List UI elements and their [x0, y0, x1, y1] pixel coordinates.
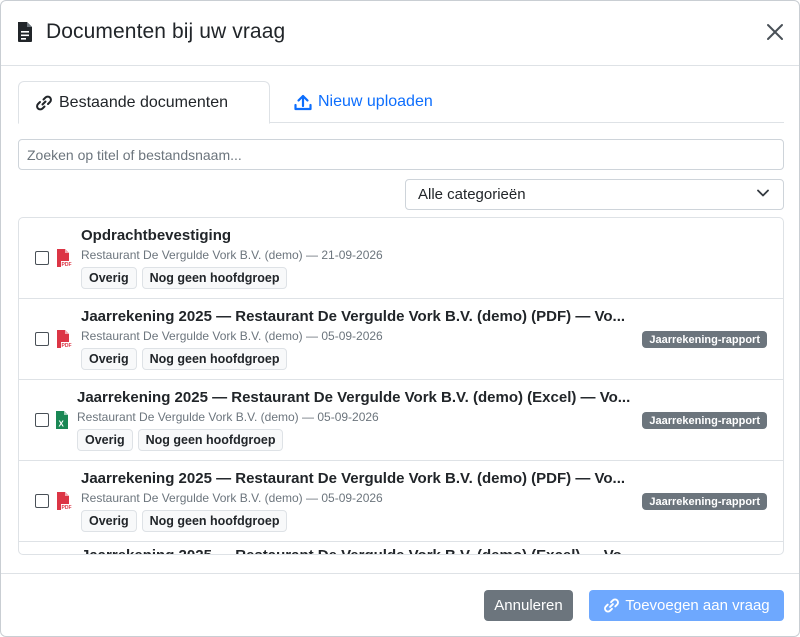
tag: Overig [81, 510, 137, 532]
category-badge: Jaarrekening-rapport [642, 412, 767, 429]
svg-text:X: X [59, 420, 65, 429]
tab-existing-documents[interactable]: Bestaande documenten [18, 81, 270, 124]
tab-bar: Bestaande documenten Nieuw uploaden [18, 81, 784, 124]
add-button-label: Toevoegen aan vraag [625, 597, 770, 614]
tag: Nog geen hoofdgroep [137, 429, 284, 451]
close-icon[interactable] [763, 22, 787, 44]
document-title: Jaarrekening 2025 — Restaurant De Vergul… [81, 547, 634, 554]
chevron-down-icon [757, 189, 769, 197]
tag: Overig [81, 348, 137, 370]
modal-header: Documenten bij uw vraag [1, 1, 799, 66]
pdf-file-icon: PDF [57, 492, 72, 511]
link-icon [604, 598, 620, 613]
select-checkbox[interactable] [35, 332, 49, 346]
file-text-icon [18, 22, 32, 42]
upload-icon [294, 94, 312, 110]
pdf-file-icon: PDF [57, 249, 72, 268]
select-checkbox[interactable] [35, 251, 49, 265]
list-item[interactable]: PDF Opdrachtbevestiging Restaurant De Ve… [19, 218, 783, 299]
tag: Nog geen hoofdgroep [141, 267, 288, 289]
tag: Nog geen hoofdgroep [141, 348, 288, 370]
tab-label: Bestaande documenten [59, 93, 229, 111]
tag: Overig [81, 267, 137, 289]
excel-file-icon: X [56, 411, 68, 429]
category-badge: Jaarrekening-rapport [642, 493, 767, 510]
document-meta: Restaurant De Vergulde Vork B.V. (demo) … [77, 410, 379, 424]
tag: Overig [77, 429, 133, 451]
category-select[interactable]: Alle categorieën [405, 179, 784, 210]
category-badge: Jaarrekening-rapport [642, 331, 767, 348]
tag-group: Overig Nog geen hoofdgroep [81, 510, 288, 532]
document-meta: Restaurant De Vergulde Vork B.V. (demo) … [81, 329, 383, 343]
modal-title: Documenten bij uw vraag [46, 20, 286, 43]
list-item[interactable]: PDF Jaarrekening 2025 — Restaurant De Ve… [19, 299, 783, 380]
tag: Nog geen hoofdgroep [141, 510, 288, 532]
search-input[interactable] [18, 139, 784, 170]
svg-text:PDF: PDF [62, 505, 72, 511]
document-title: Opdrachtbevestiging [81, 227, 232, 244]
document-meta: Restaurant De Vergulde Vork B.V. (demo) … [81, 491, 383, 505]
pdf-file-icon: PDF [57, 330, 72, 349]
link-icon [36, 95, 52, 110]
svg-text:PDF: PDF [62, 343, 72, 349]
document-title: Jaarrekening 2025 — Restaurant De Vergul… [77, 389, 631, 406]
tag-group: Overig Nog geen hoofdgroep [81, 267, 288, 289]
document-list: PDF Opdrachtbevestiging Restaurant De Ve… [18, 217, 784, 555]
document-meta: Restaurant De Vergulde Vork B.V. (demo) … [81, 248, 383, 262]
tab-new-upload[interactable]: Nieuw uploaden [294, 81, 433, 123]
document-title: Jaarrekening 2025 — Restaurant De Vergul… [81, 470, 626, 487]
tag-group: Overig Nog geen hoofdgroep [77, 429, 284, 451]
document-modal: Documenten bij uw vraag Bestaande docume… [0, 0, 800, 637]
add-to-question-button[interactable]: Toevoegen aan vraag [589, 590, 784, 621]
list-item[interactable]: Jaarrekening 2025 — Restaurant De Vergul… [19, 542, 783, 554]
svg-text:PDF: PDF [62, 262, 72, 268]
modal-footer: Annuleren Toevoegen aan vraag [1, 573, 799, 636]
document-title: Jaarrekening 2025 — Restaurant De Vergul… [81, 308, 626, 325]
tag-group: Overig Nog geen hoofdgroep [81, 348, 288, 370]
list-item[interactable]: X Jaarrekening 2025 — Restaurant De Verg… [19, 380, 783, 461]
select-checkbox[interactable] [35, 413, 49, 427]
tab-label: Nieuw uploaden [318, 93, 433, 110]
cancel-button[interactable]: Annuleren [484, 590, 573, 621]
category-select-value: Alle categorieën [418, 186, 526, 203]
select-checkbox[interactable] [35, 494, 49, 508]
list-item[interactable]: PDF Jaarrekening 2025 — Restaurant De Ve… [19, 461, 783, 542]
